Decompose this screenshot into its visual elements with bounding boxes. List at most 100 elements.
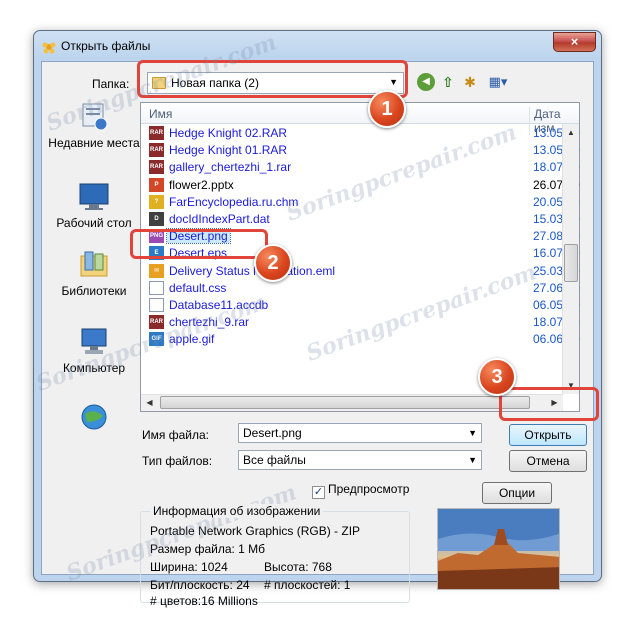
scroll-thumb[interactable]	[564, 244, 578, 282]
eps-file-icon: E	[149, 246, 164, 261]
info-width: Ширина: 1024	[150, 560, 228, 574]
options-button[interactable]: Опции	[482, 482, 552, 504]
new-folder-icon[interactable]: ✱	[461, 73, 479, 91]
scroll-down-icon[interactable]: ▼	[563, 377, 579, 394]
check-mark-icon[interactable]: ✓	[312, 486, 325, 499]
title-bar[interactable]: Открыть файлы ×	[34, 31, 601, 61]
gif-file-icon: GIF	[149, 332, 164, 347]
callout-badge-3: 3	[478, 358, 516, 396]
place-label: Компьютер	[62, 361, 126, 375]
info-bpp: Бит/плоскость: 24	[150, 578, 250, 592]
accdb-file-icon	[149, 297, 164, 312]
file-row[interactable]: RAR Hedge Knight 01.RAR 13.05.20	[141, 142, 580, 159]
recent-places-icon	[82, 103, 108, 131]
place-computer[interactable]: Компьютер	[48, 327, 140, 376]
file-row[interactable]: ? FarEncyclopedia.ru.chm 20.05.20	[141, 194, 580, 211]
computer-icon	[81, 328, 107, 354]
back-arrow-icon[interactable]: ◀	[417, 73, 435, 91]
up-folder-icon[interactable]: ⇧	[439, 73, 457, 91]
callout-badge-2: 2	[254, 244, 292, 282]
place-label: Рабочий стол	[56, 216, 132, 230]
file-name: docIdIndexPart.dat	[169, 211, 270, 226]
close-icon: ×	[570, 34, 579, 49]
file-name-input[interactable]: Desert.png ▼	[238, 423, 482, 443]
file-name: Database11.accdb	[169, 297, 269, 312]
chevron-down-icon[interactable]: ▼	[468, 428, 477, 438]
png-file-icon: PNG	[149, 229, 164, 244]
rar-file-icon: RAR	[149, 126, 164, 140]
preview-label: Предпросмотр	[328, 482, 410, 496]
scroll-up-icon[interactable]: ▲	[563, 124, 579, 141]
file-row[interactable]: E Desert.eps 16.07.20	[141, 245, 580, 262]
preview-checkbox[interactable]: ✓ Предпросмотр	[312, 482, 409, 499]
rar-file-icon: RAR	[149, 143, 164, 158]
column-header-name[interactable]: Имя	[149, 107, 172, 121]
file-row[interactable]: RAR chertezhi_9.rar 18.07.20	[141, 314, 580, 331]
place-desktop[interactable]: Рабочий стол	[48, 182, 140, 231]
file-name: apple.gif	[169, 332, 215, 347]
desert-preview-image	[438, 509, 559, 589]
css-file-icon	[149, 280, 164, 295]
info-planes: # плоскостей: 1	[264, 578, 351, 592]
place-recent[interactable]: Недавние места	[48, 102, 140, 151]
file-row[interactable]: GIF apple.gif 06.06.20	[141, 331, 580, 348]
scroll-left-icon[interactable]: ◀	[141, 395, 158, 411]
file-row[interactable]: D docIdIndexPart.dat 15.03.20	[141, 211, 580, 228]
image-info-group: Информация об изображении Portable Netwo…	[140, 504, 410, 608]
info-colors: # цветов:16 Millions	[150, 594, 258, 608]
window-title: Открыть файлы	[61, 39, 151, 53]
vertical-scrollbar[interactable]: ▲ ▼	[562, 124, 579, 394]
file-row[interactable]: RAR gallery_chertezhi_1.rar 18.07.20	[141, 159, 580, 176]
file-type-select[interactable]: Все файлы ▼	[238, 450, 482, 470]
folder-value: Новая папка (2)	[171, 76, 259, 90]
file-row-selected[interactable]: PNG Desert.png 27.08.20	[141, 228, 580, 245]
open-button[interactable]: Открыть	[509, 424, 587, 446]
file-name: default.css	[169, 280, 227, 295]
folder-label: Папка:	[92, 77, 130, 91]
file-row[interactable]: P flower2.pptx 26.07.20	[141, 177, 580, 194]
chevron-down-icon: ▼	[389, 77, 398, 87]
view-menu-icon[interactable]: ▦▾	[485, 73, 511, 91]
file-name: FarEncyclopedia.ru.chm	[169, 194, 299, 209]
info-size: Размер файла: 1 Мб	[150, 542, 266, 556]
close-button[interactable]: ×	[553, 32, 596, 52]
image-info-legend: Информация об изображении	[150, 504, 324, 518]
file-name: Delivery Status Notification.eml	[169, 263, 336, 278]
place-network[interactable]	[48, 402, 140, 436]
file-row[interactable]: default.css 27.06.20	[141, 280, 580, 297]
rar-file-icon: RAR	[149, 315, 164, 330]
rar-file-icon: RAR	[149, 160, 164, 175]
file-name: Desert.eps	[169, 246, 228, 261]
file-row[interactable]: Database11.accdb 06.05.20	[141, 297, 580, 314]
file-list[interactable]: Имя Дата изм RAR Hedge Knight 02.RAR 13.…	[140, 102, 580, 412]
app-flower-icon	[42, 42, 56, 54]
file-name: Desert.png	[166, 228, 231, 245]
places-bar: Недавние места Рабочий стол Библиотеки К…	[48, 102, 140, 432]
dat-file-icon: D	[149, 211, 164, 226]
libraries-icon	[80, 251, 108, 277]
open-files-dialog: Открыть файлы × Папка: Новая папка (2) ▼…	[33, 30, 602, 608]
scroll-right-icon[interactable]: ▶	[546, 395, 563, 411]
file-name: Hedge Knight 02.RAR	[169, 126, 288, 140]
place-label: Библиотеки	[61, 284, 127, 298]
file-name-label: Имя файла:	[142, 428, 209, 442]
file-row[interactable]: RAR Hedge Knight 02.RAR 13.05.20	[141, 125, 580, 142]
place-libraries[interactable]: Библиотеки	[48, 250, 140, 299]
horizontal-scrollbar[interactable]: ◀ ▶	[141, 394, 563, 411]
network-icon	[81, 404, 107, 430]
folder-icon	[152, 77, 166, 89]
chm-file-icon: ?	[149, 194, 164, 209]
folder-dropdown[interactable]: Новая папка (2) ▼	[147, 72, 404, 94]
file-name-value: Desert.png	[243, 426, 302, 440]
file-row[interactable]: ✉ Delivery Status Notification.eml 25.03…	[141, 263, 580, 280]
callout-badge-1: 1	[368, 90, 406, 128]
email-file-icon: ✉	[149, 263, 164, 278]
scroll-thumb-horizontal[interactable]	[160, 396, 530, 409]
info-height: Высота: 768	[264, 560, 332, 574]
list-header: Имя Дата изм	[141, 103, 579, 135]
file-name: Hedge Knight 01.RAR	[169, 143, 288, 158]
image-preview	[437, 508, 560, 590]
desktop-icon	[79, 183, 109, 210]
file-type-label: Тип файлов:	[142, 454, 213, 468]
cancel-button[interactable]: Отмена	[509, 450, 587, 472]
